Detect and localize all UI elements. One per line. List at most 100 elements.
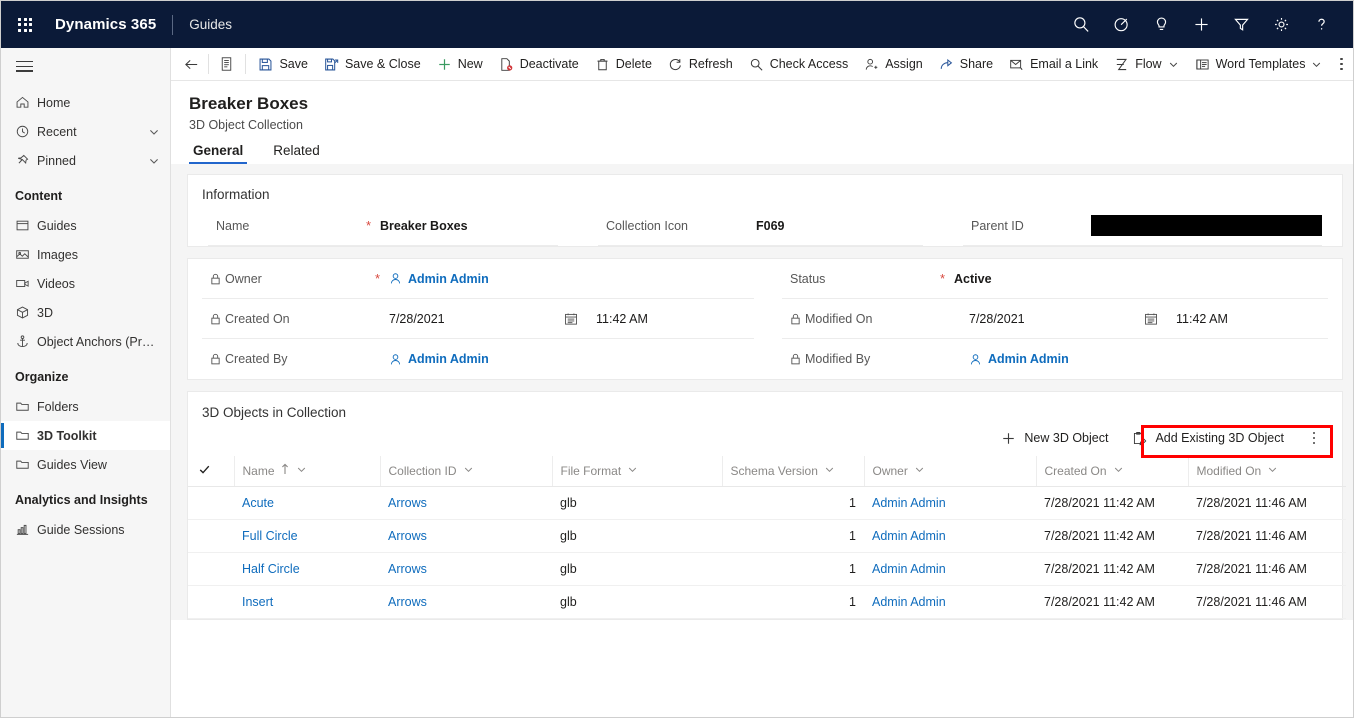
plus-icon[interactable] bbox=[1181, 1, 1221, 48]
save-button[interactable]: Save bbox=[250, 48, 316, 80]
chevron-down-icon[interactable] bbox=[824, 464, 835, 478]
column-header-created-on[interactable]: Created On bbox=[1036, 456, 1188, 486]
field-modified-by[interactable]: Modified By Admin Admin bbox=[782, 339, 1328, 379]
sidebar-item-object-anchors[interactable]: Object Anchors (Prev... bbox=[1, 327, 170, 356]
field-name[interactable]: Name * Breaker Boxes bbox=[208, 206, 558, 246]
field-created-by[interactable]: Created By Admin Admin bbox=[202, 339, 754, 379]
field-collection-icon[interactable]: Collection Icon F069 bbox=[598, 206, 923, 246]
table-row[interactable]: Full Circle Arrows glb 1 Admin Admin 7/2… bbox=[188, 519, 1346, 552]
field-value[interactable]: Admin Admin bbox=[389, 272, 754, 286]
calendar-icon[interactable] bbox=[1144, 312, 1158, 326]
field-modified-on[interactable]: Modified On 7/28/2021 11:4 bbox=[782, 299, 1328, 339]
chevron-down-icon[interactable] bbox=[296, 464, 307, 478]
field-value[interactable]: 7/28/2021 11:42 AM bbox=[389, 312, 754, 326]
email-a-link-button[interactable]: Email a Link bbox=[1001, 48, 1106, 80]
cell-owner[interactable]: Admin Admin bbox=[864, 519, 1036, 552]
cell-name[interactable]: Half Circle bbox=[234, 552, 380, 585]
table-row[interactable]: Acute Arrows glb 1 Admin Admin 7/28/2021… bbox=[188, 486, 1346, 519]
sidebar-item-folders[interactable]: Folders bbox=[1, 392, 170, 421]
column-header-owner[interactable]: Owner bbox=[864, 456, 1036, 486]
row-select-cell[interactable] bbox=[188, 519, 234, 552]
sidebar-item-home[interactable]: Home bbox=[1, 88, 170, 117]
command-overflow-button[interactable] bbox=[1330, 48, 1353, 80]
cell-name[interactable]: Full Circle bbox=[234, 519, 380, 552]
chevron-down-icon[interactable] bbox=[1311, 59, 1322, 70]
status-badge[interactable]: Active bbox=[954, 272, 1328, 286]
cell-owner[interactable]: Admin Admin bbox=[864, 552, 1036, 585]
row-select-cell[interactable] bbox=[188, 585, 234, 618]
chevron-down-icon[interactable] bbox=[1113, 464, 1124, 478]
back-arrow-icon[interactable] bbox=[179, 48, 203, 80]
field-value[interactable]: Breaker Boxes bbox=[380, 219, 558, 233]
sidebar-item-3d-toolkit[interactable]: 3D Toolkit bbox=[1, 421, 170, 450]
field-value[interactable]: Admin Admin bbox=[389, 352, 754, 366]
column-header-collection-id[interactable]: Collection ID bbox=[380, 456, 552, 486]
search-icon[interactable] bbox=[1061, 1, 1101, 48]
sidebar-item-recent[interactable]: Recent bbox=[1, 117, 170, 146]
flow-button[interactable]: Flow bbox=[1106, 48, 1186, 80]
save-and-close-button[interactable]: Save & Close bbox=[316, 48, 429, 80]
table-row[interactable]: Half Circle Arrows glb 1 Admin Admin 7/2… bbox=[188, 552, 1346, 585]
column-header-schema-version[interactable]: Schema Version bbox=[722, 456, 864, 486]
select-all-header[interactable] bbox=[188, 456, 234, 486]
field-value-redacted[interactable] bbox=[1091, 215, 1322, 236]
sidebar-item-guide-sessions[interactable]: Guide Sessions bbox=[1, 515, 170, 544]
refresh-button[interactable]: Refresh bbox=[660, 48, 741, 80]
app-launcher-icon[interactable] bbox=[1, 1, 49, 48]
column-header-file-format[interactable]: File Format bbox=[552, 456, 722, 486]
cell-owner[interactable]: Admin Admin bbox=[864, 486, 1036, 519]
table-row[interactable]: Insert Arrows glb 1 Admin Admin 7/28/202… bbox=[188, 585, 1346, 618]
row-select-cell[interactable] bbox=[188, 486, 234, 519]
row-select-cell[interactable] bbox=[188, 552, 234, 585]
lightbulb-icon[interactable] bbox=[1141, 1, 1181, 48]
filter-icon[interactable] bbox=[1221, 1, 1261, 48]
chevron-down-icon[interactable] bbox=[1168, 59, 1179, 70]
new-3d-object-button[interactable]: New 3D Object bbox=[991, 423, 1118, 453]
form-selector-icon[interactable] bbox=[214, 48, 240, 80]
cell-collection-id[interactable]: Arrows bbox=[380, 486, 552, 519]
chevron-down-icon[interactable] bbox=[1267, 464, 1278, 478]
calendar-icon[interactable] bbox=[564, 312, 578, 326]
sidebar-item-pinned[interactable]: Pinned bbox=[1, 146, 170, 175]
help-icon[interactable] bbox=[1301, 1, 1341, 48]
check-access-button[interactable]: Check Access bbox=[741, 48, 857, 80]
share-button[interactable]: Share bbox=[931, 48, 1001, 80]
field-value[interactable]: F069 bbox=[756, 219, 923, 233]
assign-button[interactable]: Assign bbox=[856, 48, 931, 80]
field-owner[interactable]: Owner * Admin Admin bbox=[202, 259, 754, 299]
cell-name[interactable]: Acute bbox=[234, 486, 380, 519]
sidebar-item-guides-view[interactable]: Guides View bbox=[1, 450, 170, 479]
tab-general[interactable]: General bbox=[189, 143, 247, 164]
app-name-label[interactable]: Guides bbox=[189, 17, 232, 32]
field-status[interactable]: Status * Active bbox=[782, 259, 1328, 299]
field-parent-id[interactable]: Parent ID bbox=[963, 206, 1322, 246]
column-header-modified-on[interactable]: Modified On bbox=[1188, 456, 1346, 486]
focused-view-icon[interactable] bbox=[1101, 1, 1141, 48]
cell-owner[interactable]: Admin Admin bbox=[864, 585, 1036, 618]
add-existing-3d-object-button[interactable]: Add Existing 3D Object bbox=[1118, 423, 1294, 453]
column-header-name[interactable]: Name bbox=[234, 456, 380, 486]
cell-collection-id[interactable]: Arrows bbox=[380, 519, 552, 552]
chevron-down-icon[interactable] bbox=[148, 155, 160, 167]
cell-collection-id[interactable]: Arrows bbox=[380, 585, 552, 618]
word-templates-button[interactable]: Word Templates bbox=[1187, 48, 1331, 80]
sidebar-item-images[interactable]: Images bbox=[1, 240, 170, 269]
gear-icon[interactable] bbox=[1261, 1, 1301, 48]
brand-title[interactable]: Dynamics 365 bbox=[49, 16, 156, 33]
checkmark-icon[interactable] bbox=[198, 465, 211, 479]
chevron-down-icon[interactable] bbox=[627, 464, 638, 478]
sidebar-item-3d[interactable]: 3D bbox=[1, 298, 170, 327]
field-value[interactable]: 7/28/2021 11:42 AM bbox=[969, 312, 1328, 326]
chevron-down-icon[interactable] bbox=[463, 464, 474, 478]
chevron-down-icon[interactable] bbox=[148, 126, 160, 138]
tab-related[interactable]: Related bbox=[269, 143, 324, 164]
field-value[interactable]: Admin Admin bbox=[969, 352, 1328, 366]
hamburger-icon[interactable] bbox=[1, 48, 170, 88]
sidebar-item-videos[interactable]: Videos bbox=[1, 269, 170, 298]
new-button[interactable]: New bbox=[429, 48, 491, 80]
cell-collection-id[interactable]: Arrows bbox=[380, 552, 552, 585]
sidebar-item-guides[interactable]: Guides bbox=[1, 211, 170, 240]
deactivate-button[interactable]: Deactivate bbox=[491, 48, 587, 80]
delete-button[interactable]: Delete bbox=[587, 48, 660, 80]
chevron-down-icon[interactable] bbox=[914, 464, 925, 478]
